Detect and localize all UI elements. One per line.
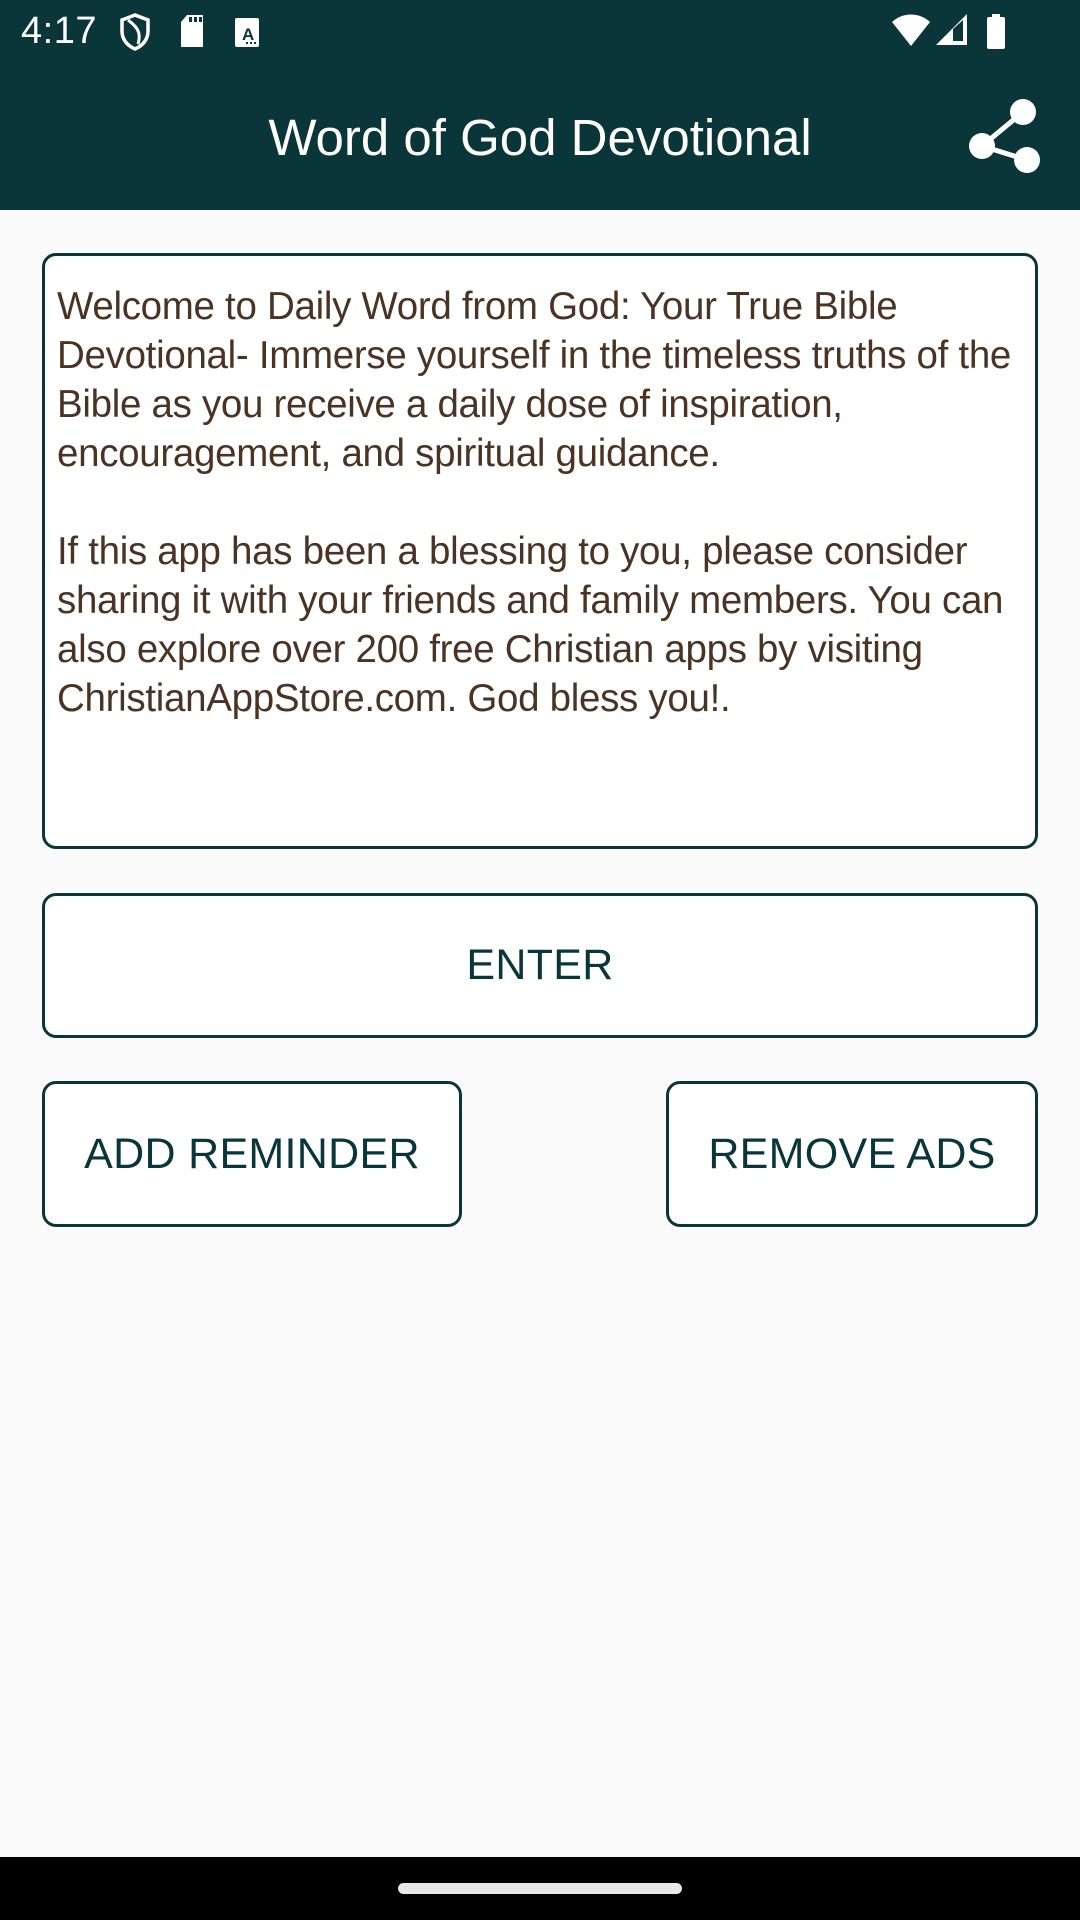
shield-icon <box>120 13 150 51</box>
share-button[interactable] <box>960 96 1042 178</box>
description-box: Welcome to Daily Word from God: Your Tru… <box>42 253 1038 849</box>
cell-signal-icon <box>936 14 967 45</box>
sd-card-icon <box>181 15 203 47</box>
keyboard-a-icon: A <box>235 18 259 47</box>
share-icon <box>969 99 1040 173</box>
svg-text:A: A <box>242 25 254 44</box>
status-bar: 4:17 A <box>0 0 1080 64</box>
status-time: 4:17 <box>21 10 97 52</box>
app-bar: Word of God Devotional <box>0 64 1080 210</box>
share-paragraph: If this app has been a blessing to you, … <box>57 530 1004 720</box>
navigation-bar <box>0 1857 1080 1920</box>
add-reminder-button[interactable]: ADD REMINDER <box>42 1081 462 1227</box>
battery-icon <box>987 14 1005 49</box>
enter-button[interactable]: ENTER <box>42 893 1038 1038</box>
wifi-icon <box>892 14 930 46</box>
app-title: Word of God Devotional <box>268 109 812 166</box>
remove-ads-button[interactable]: REMOVE ADS <box>666 1081 1038 1227</box>
home-indicator[interactable] <box>398 1883 682 1894</box>
welcome-paragraph: Welcome to Daily Word from God: Your Tru… <box>57 285 1012 475</box>
